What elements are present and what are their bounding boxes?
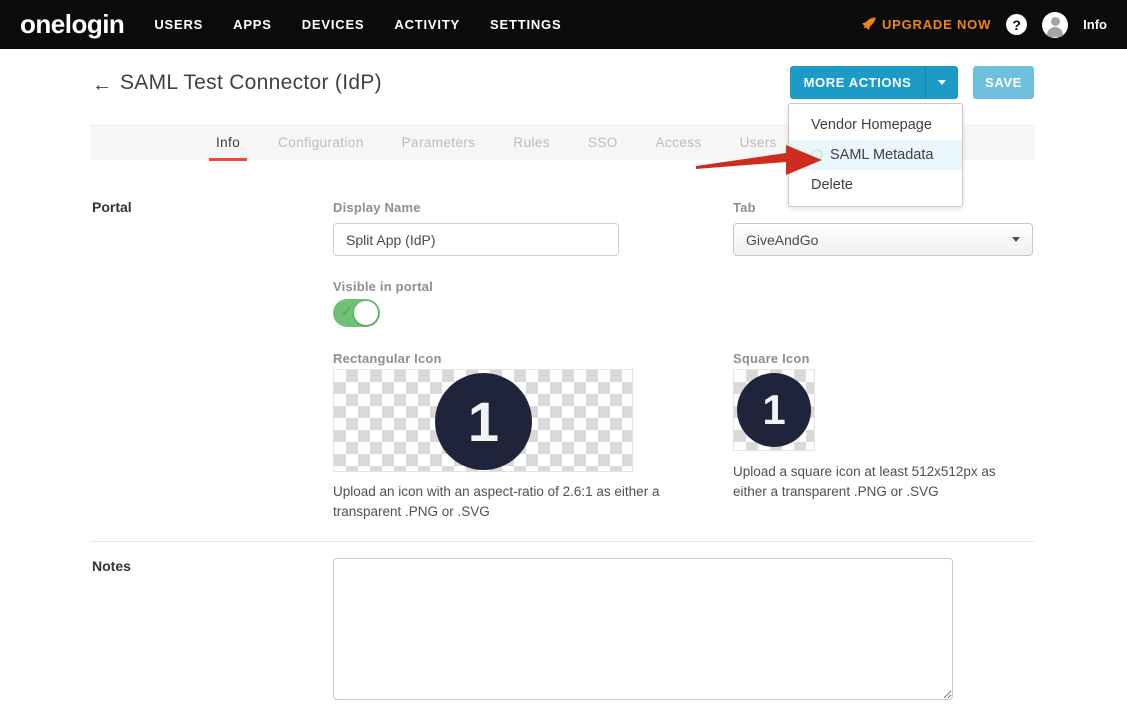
more-actions-caret[interactable] — [925, 66, 958, 99]
navbar-right: UPGRADE NOW ? Info — [861, 12, 1107, 38]
tab-info[interactable]: Info — [216, 135, 240, 150]
notes-section-label: Notes — [92, 558, 131, 574]
tab-rules[interactable]: Rules — [513, 135, 550, 150]
app-badge-icon: 1 — [737, 373, 811, 447]
tab-configuration[interactable]: Configuration — [278, 135, 364, 150]
user-name[interactable]: Info — [1083, 17, 1107, 32]
help-icon[interactable]: ? — [1006, 14, 1027, 35]
rectangular-icon-label: Rectangular Icon — [333, 351, 442, 366]
upgrade-now-label: UPGRADE NOW — [882, 17, 991, 32]
toggle-knob — [354, 301, 378, 325]
rectangular-icon-caption: Upload an icon with an aspect-ratio of 2… — [333, 482, 689, 521]
check-icon: ✓ — [341, 303, 353, 320]
app-badge-icon: 1 — [435, 373, 532, 470]
menu-item-delete[interactable]: Delete — [789, 170, 962, 200]
onelogin-logo[interactable]: onelogin — [20, 9, 124, 40]
tab-access[interactable]: Access — [656, 135, 702, 150]
rectangular-icon-upload[interactable]: 1 — [333, 369, 633, 472]
save-button[interactable]: SAVE — [973, 66, 1034, 99]
menu-item-vendor-homepage[interactable]: Vendor Homepage — [789, 110, 962, 140]
tab-field-label: Tab — [733, 200, 756, 215]
more-actions-label: MORE ACTIONS — [790, 66, 925, 99]
chevron-down-icon — [1012, 237, 1020, 242]
nav-item-settings[interactable]: SETTINGS — [490, 17, 561, 32]
menu-item-label: SAML Metadata — [830, 147, 933, 163]
more-actions-button[interactable]: MORE ACTIONS — [790, 66, 958, 99]
upgrade-now-link[interactable]: UPGRADE NOW — [861, 17, 991, 32]
more-actions-menu: Vendor Homepage SAML Metadata Delete — [788, 103, 963, 207]
tab-parameters[interactable]: Parameters — [402, 135, 476, 150]
menu-item-label: Delete — [811, 177, 853, 193]
help-glyph: ? — [1012, 17, 1021, 33]
back-arrow-icon[interactable]: ← — [92, 74, 112, 97]
visible-in-portal-toggle[interactable]: ✓ — [333, 299, 380, 327]
tab-sso[interactable]: SSO — [588, 135, 618, 150]
nav-item-devices[interactable]: DEVICES — [302, 17, 365, 32]
square-icon-caption: Upload a square icon at least 512x512px … — [733, 462, 1029, 501]
nav-item-apps[interactable]: APPS — [233, 17, 272, 32]
square-icon-upload[interactable]: 1 — [733, 369, 815, 451]
person-icon — [1051, 17, 1060, 26]
page-title: SAML Test Connector (IdP) — [120, 71, 382, 95]
visible-in-portal-label: Visible in portal — [333, 279, 433, 294]
notes-textarea[interactable] — [333, 558, 953, 700]
square-icon-label: Square Icon — [733, 351, 810, 366]
section-divider — [90, 541, 1035, 542]
cursor-ring-icon — [811, 149, 823, 161]
display-name-label: Display Name — [333, 200, 421, 215]
menu-item-saml-metadata[interactable]: SAML Metadata — [789, 140, 962, 170]
avatar[interactable] — [1042, 12, 1068, 38]
tab-select-value: GiveAndGo — [746, 232, 818, 248]
top-navbar: onelogin USERS APPS DEVICES ACTIVITY SET… — [0, 0, 1127, 49]
tab-users[interactable]: Users — [740, 135, 777, 150]
chevron-down-icon — [938, 80, 946, 85]
menu-item-label: Vendor Homepage — [811, 117, 932, 133]
display-name-input[interactable] — [333, 223, 619, 256]
tab-select[interactable]: GiveAndGo — [733, 223, 1033, 256]
main-nav: USERS APPS DEVICES ACTIVITY SETTINGS — [154, 17, 561, 32]
nav-item-users[interactable]: USERS — [154, 17, 203, 32]
rocket-icon — [861, 17, 876, 32]
nav-item-activity[interactable]: ACTIVITY — [394, 17, 460, 32]
page: onelogin USERS APPS DEVICES ACTIVITY SET… — [0, 0, 1127, 711]
portal-section-label: Portal — [92, 199, 132, 215]
